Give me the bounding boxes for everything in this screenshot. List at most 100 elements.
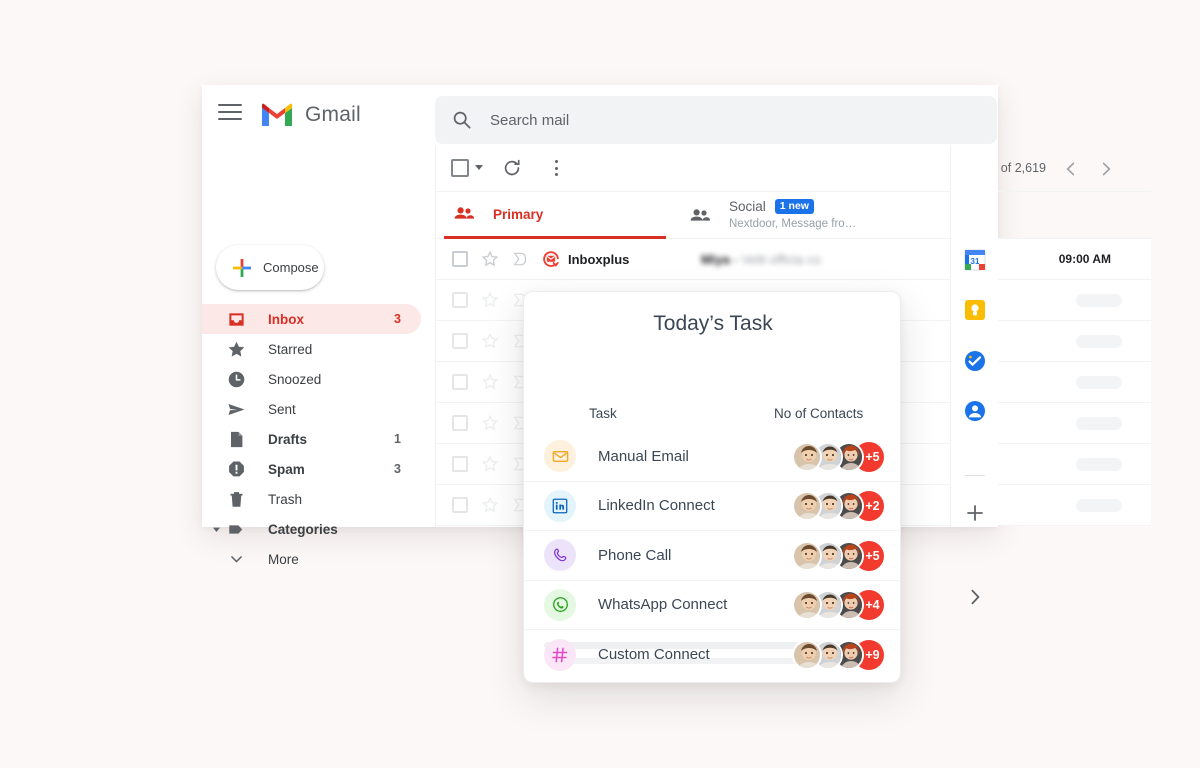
refresh-icon[interactable] (502, 158, 522, 178)
tab-social-subtitle: Nextdoor, Message fro… (729, 218, 856, 230)
plus-icon (230, 256, 254, 280)
star-icon[interactable] (481, 455, 499, 473)
star-icon[interactable] (481, 332, 499, 350)
gmail-wordmark: Gmail (305, 103, 361, 127)
row-checkbox[interactable] (452, 415, 468, 431)
contact-avatar-group[interactable]: +5 (792, 441, 884, 472)
list-item[interactable]: Manual Email +5 (524, 432, 901, 482)
hamburger-menu-icon[interactable] (218, 104, 242, 126)
chevron-down-icon (226, 549, 246, 569)
contact-avatar-group[interactable]: +2 (792, 491, 884, 522)
avatar (792, 442, 822, 472)
google-contacts-icon[interactable] (963, 399, 987, 423)
important-marker-icon[interactable] (512, 251, 528, 267)
sidebar-item-label: Categories (268, 522, 338, 537)
contact-avatar-group[interactable]: +9 (792, 639, 884, 670)
star-icon[interactable] (481, 496, 499, 514)
rail-divider (965, 475, 985, 476)
list-item[interactable]: WhatsApp Connect +4 (524, 581, 901, 631)
tab-social-badge: 1 new (775, 199, 814, 214)
row-checkbox[interactable] (452, 251, 468, 267)
star-icon[interactable] (481, 373, 499, 391)
row-checkbox[interactable] (452, 333, 468, 349)
sidebar-item-sent[interactable]: Sent (202, 394, 421, 424)
star-icon[interactable] (481, 250, 499, 268)
chevron-right-icon[interactable] (1096, 159, 1116, 179)
people-icon (688, 204, 712, 228)
skeleton-placeholder (1076, 499, 1122, 512)
sidebar-item-categories[interactable]: Categories (202, 514, 421, 544)
tab-primary[interactable]: Primary (444, 192, 666, 239)
compose-button[interactable]: Compose (216, 245, 324, 290)
table-row[interactable]: Inboxplus Miya - Velit officia co 09:00 … (436, 239, 1151, 280)
tab-primary-label: Primary (493, 207, 543, 222)
list-item[interactable]: Phone Call +5 (524, 531, 901, 581)
email-subject-blurred: Miya - Velit officia co (701, 252, 821, 267)
google-calendar-icon[interactable]: 31 (963, 248, 987, 272)
task-label: WhatsApp Connect (598, 596, 727, 613)
star-icon[interactable] (481, 414, 499, 432)
star-icon[interactable] (481, 291, 499, 309)
task-label: Custom Connect (598, 646, 710, 663)
google-apps-side-rail: 31 (950, 145, 998, 527)
sidebar-item-starred[interactable]: Starred (202, 334, 421, 364)
google-tasks-icon[interactable] (963, 349, 987, 373)
list-toolbar: 1–50 of 2,619 (436, 145, 1151, 192)
phone-icon (544, 539, 576, 571)
task-label: Phone Call (598, 547, 671, 564)
sidebar-item-more[interactable]: More (202, 544, 421, 574)
sidebar-item-drafts[interactable]: Drafts 1 (202, 424, 421, 454)
row-checkbox[interactable] (452, 456, 468, 472)
caret-down-icon[interactable] (475, 165, 483, 170)
select-all-checkbox[interactable] (451, 159, 469, 177)
search-bar[interactable] (435, 96, 997, 144)
row-checkbox[interactable] (452, 292, 468, 308)
column-header-contacts: No of Contacts (774, 406, 863, 421)
sidebar-item-snoozed[interactable]: Snoozed (202, 364, 421, 394)
email-sender-label: Inboxplus (568, 252, 629, 267)
svg-text:31: 31 (971, 257, 980, 266)
inbox-icon (226, 309, 246, 329)
inbox-tab-strip: Primary Social 1 new (436, 192, 1151, 239)
list-item[interactable]: LinkedIn Connect +2 (524, 482, 901, 532)
row-checkbox[interactable] (452, 374, 468, 390)
list-item[interactable]: Custom Connect +9 (524, 630, 901, 680)
gmail-top-bar: Gmail (202, 85, 998, 145)
skeleton-placeholder (1076, 376, 1122, 389)
label-tag-icon (226, 519, 246, 539)
contact-avatar-group[interactable]: +4 (792, 590, 884, 621)
draft-file-icon (226, 429, 246, 449)
inboxplus-logo-icon (541, 249, 561, 269)
email-sender: Inboxplus (541, 249, 629, 269)
tab-social[interactable]: Social 1 new Nextdoor, Message fro… (680, 192, 910, 239)
envelope-icon (544, 440, 576, 472)
plus-icon[interactable] (963, 501, 987, 525)
row-checkbox[interactable] (452, 497, 468, 513)
tab-primary-text: Primary (493, 207, 543, 222)
page-title: Today’s Task (524, 312, 901, 336)
google-keep-icon[interactable] (963, 298, 987, 322)
chevron-right-icon[interactable] (963, 585, 987, 609)
sidebar-item-label: Sent (268, 402, 296, 417)
skeleton-placeholder (1076, 417, 1122, 430)
sidebar-item-inbox[interactable]: Inbox 3 (202, 304, 421, 334)
caret-down-icon[interactable] (210, 523, 222, 535)
tab-social-label: Social (729, 199, 766, 214)
star-icon (226, 339, 246, 359)
search-input[interactable] (490, 112, 950, 129)
three-dots-vertical-icon[interactable] (546, 158, 566, 178)
trash-icon (226, 489, 246, 509)
contact-avatar-group[interactable]: +5 (792, 540, 884, 571)
sidebar-item-label: Spam (268, 462, 305, 477)
send-icon (226, 399, 246, 419)
sidebar-item-count: 3 (394, 462, 401, 476)
sidebar-item-spam[interactable]: Spam 3 (202, 454, 421, 484)
sidebar-item-count: 3 (394, 312, 401, 326)
gmail-sidebar: Compose Inbox 3 Starred Snoozed (202, 145, 435, 527)
chevron-left-icon[interactable] (1061, 159, 1081, 179)
sidebar-item-trash[interactable]: Trash (202, 484, 421, 514)
avatar (792, 640, 822, 670)
search-icon (452, 110, 472, 130)
gmail-logo-icon (260, 102, 294, 128)
whatsapp-icon (544, 589, 576, 621)
